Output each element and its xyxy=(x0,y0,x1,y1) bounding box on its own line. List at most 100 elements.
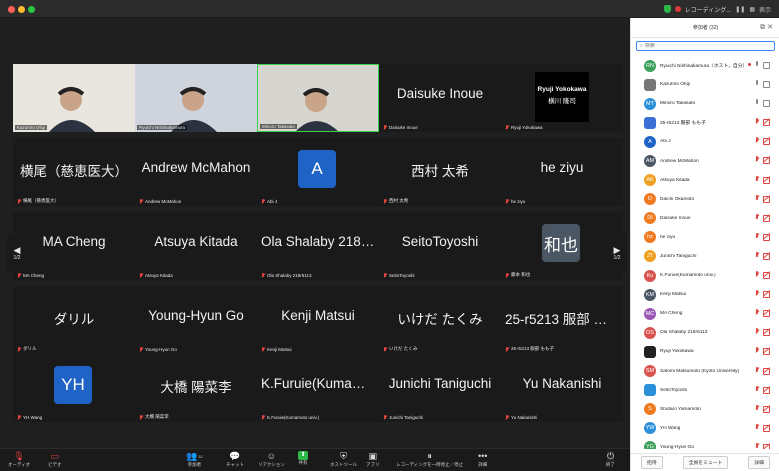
pause-icon[interactable]: ❚❚ xyxy=(735,6,745,13)
toolbar-host-tools-button[interactable]: ⛨ ホストツール xyxy=(330,451,357,468)
camera-off-icon[interactable] xyxy=(763,176,770,184)
participant-row[interactable]: SeitoToyoshi xyxy=(631,381,779,400)
participant-tile[interactable]: Yu Nakanishi Yu Nakanishi xyxy=(501,354,623,422)
toolbar-share-button[interactable]: ⬆ 共有 xyxy=(298,451,308,466)
participant-tile[interactable]: ダリル ダリル xyxy=(13,286,135,354)
minimize-window-button[interactable] xyxy=(18,6,25,13)
participant-row[interactable]: S Shutaro Yamamoto xyxy=(631,400,779,419)
participant-tile[interactable]: Daisuke Inoue Daisuke Inoue xyxy=(379,64,501,132)
participant-tile[interactable]: Ola Shalaby 218r6113 Ola Shalaby 218r6113 xyxy=(257,212,379,280)
camera-off-icon[interactable] xyxy=(763,233,770,241)
participant-row[interactable]: OS Ola Shalaby 218r6113 xyxy=(631,323,779,342)
toolbar-apps-button[interactable]: ▣ アプリ xyxy=(366,451,380,468)
participant-tile[interactable]: K.Furuie(Kumamoto univ.) K.Furuie(Kumamot… xyxy=(257,354,379,422)
participant-row[interactable]: KM Kenji Matsui xyxy=(631,285,779,304)
participant-row[interactable]: YG Young-Hyun Go xyxy=(631,438,779,449)
mic-muted-icon[interactable] xyxy=(755,251,759,259)
mic-muted-icon[interactable] xyxy=(755,366,759,374)
participant-row[interactable]: Ryuji Yokokawa xyxy=(631,342,779,361)
toolbar-participants-button[interactable]: 👥 32 参加者 xyxy=(186,451,203,468)
grid-view-icon[interactable]: ▦ xyxy=(749,6,755,13)
camera-off-icon[interactable] xyxy=(763,291,770,299)
participant-row[interactable]: hz he ziyu xyxy=(631,228,779,247)
participant-tile[interactable]: Kazuhiro Ofuji xyxy=(13,64,135,132)
camera-icon[interactable] xyxy=(763,62,770,69)
participant-tile[interactable]: Andrew McMahon Andrew McMahon xyxy=(135,138,257,206)
participant-tile[interactable]: Minoru Takasato xyxy=(257,64,379,132)
camera-off-icon[interactable] xyxy=(763,272,770,280)
camera-off-icon[interactable] xyxy=(763,138,770,146)
camera-off-icon[interactable] xyxy=(763,310,770,318)
participant-tile[interactable]: Atsuya Kitada Atsuya Kitada xyxy=(135,212,257,280)
mic-muted-icon[interactable] xyxy=(755,156,759,163)
invite-button[interactable]: 招待 xyxy=(641,456,663,469)
toolbar-recording-button[interactable]: ⏸ レコーディングを一時停止／停止 xyxy=(396,451,463,468)
security-shield-icon[interactable] xyxy=(663,5,671,13)
participant-tile[interactable]: Ryuji Yokokawa 横川 隆司 Ryuji Yokokawa xyxy=(501,64,623,132)
mic-muted-icon[interactable] xyxy=(755,290,759,297)
maximize-window-button[interactable] xyxy=(28,6,35,13)
participant-row[interactable]: MT Minoru Takasato xyxy=(631,94,779,113)
participant-tile[interactable]: Kenji Matsui Kenji Matsui xyxy=(257,286,379,354)
participant-tile[interactable]: 25-r5213 服部 もも子 25-r5213 服部 もも子 xyxy=(501,286,623,354)
participant-row[interactable]: YW YH Wang xyxy=(631,419,779,438)
toolbar-more-button[interactable]: ••• 詳細 xyxy=(478,451,487,468)
camera-off-icon[interactable] xyxy=(763,157,770,165)
camera-off-icon[interactable] xyxy=(763,329,770,337)
participant-row[interactable]: SM Satomi Matsumoto (Kyoto University) xyxy=(631,362,779,381)
mic-muted-icon[interactable] xyxy=(755,194,759,202)
participant-row[interactable]: AM Andrew McMahon xyxy=(631,151,779,170)
close-icon[interactable]: ✕ xyxy=(767,24,775,31)
mic-muted-icon[interactable] xyxy=(755,347,759,354)
participant-row[interactable]: JT Junichi Taniguchi xyxy=(631,247,779,266)
participant-tile[interactable]: 大橋 陽菜李 大橋 陽菜李 xyxy=(135,354,257,422)
camera-off-icon[interactable] xyxy=(763,367,770,375)
participant-row[interactable]: MC MA Cheng xyxy=(631,304,779,323)
participant-row[interactable]: 25-r5213 服部 もも子 xyxy=(631,113,779,132)
mic-muted-icon[interactable] xyxy=(755,309,759,316)
camera-icon[interactable] xyxy=(763,100,770,108)
toolbar-chat-button[interactable]: 💬 チャット xyxy=(226,451,244,468)
mic-icon[interactable] xyxy=(755,99,759,106)
mute-all-button[interactable]: 全員をミュート xyxy=(682,456,729,469)
camera-off-icon[interactable] xyxy=(763,119,770,127)
camera-off-icon[interactable] xyxy=(763,443,770,449)
view-label[interactable]: 表示 xyxy=(759,5,771,14)
participant-row[interactable]: Kazuhiro Ofuji xyxy=(631,75,779,94)
mic-muted-icon[interactable] xyxy=(755,137,759,144)
mic-muted-icon[interactable] xyxy=(755,118,759,125)
mic-muted-icon[interactable] xyxy=(755,232,759,240)
recording-status-label[interactable]: レコーディング... xyxy=(685,5,732,14)
mic-muted-icon[interactable] xyxy=(755,385,759,393)
camera-off-icon[interactable] xyxy=(763,348,770,356)
participant-row[interactable]: A Abi J xyxy=(631,132,779,151)
close-window-button[interactable] xyxy=(8,6,15,13)
mic-muted-icon[interactable] xyxy=(755,271,759,278)
search-input[interactable] xyxy=(644,43,765,49)
camera-off-icon[interactable] xyxy=(763,214,770,222)
camera-off-icon[interactable] xyxy=(763,405,770,413)
participant-tile[interactable]: Ryuichi Nishinakamura xyxy=(135,64,257,132)
camera-off-icon[interactable] xyxy=(763,195,770,203)
mic-muted-icon[interactable] xyxy=(755,423,759,431)
participant-tile[interactable]: 和也 藤本 和也 xyxy=(501,212,623,280)
mic-muted-icon[interactable] xyxy=(755,328,759,335)
next-page-button[interactable]: ▶ 1/2 xyxy=(607,234,627,272)
participant-tile[interactable]: YH YH Wang xyxy=(13,354,135,422)
toolbar-video-button[interactable]: ▭ ビデオ xyxy=(48,451,62,468)
mic-muted-icon[interactable] xyxy=(755,442,759,449)
camera-icon[interactable] xyxy=(763,81,770,89)
mic-icon[interactable] xyxy=(755,80,759,87)
camera-off-icon[interactable] xyxy=(763,252,770,260)
mic-muted-icon[interactable] xyxy=(755,404,759,412)
participant-row[interactable]: Ku K.Furuie(Kumamoto univ.) xyxy=(631,266,779,285)
more-options-button[interactable]: 詳細 xyxy=(748,456,770,469)
mic-icon[interactable] xyxy=(755,61,759,68)
previous-page-button[interactable]: ◀ 1/2 xyxy=(7,234,27,272)
participant-row[interactable]: DI Daisuke Inoue xyxy=(631,209,779,228)
toolbar-reactions-button[interactable]: ☺ リアクション xyxy=(258,451,285,468)
mic-muted-icon[interactable] xyxy=(755,175,759,183)
participant-tile[interactable]: Young-Hyun Go Young-Hyun Go xyxy=(135,286,257,354)
participant-tile[interactable]: 横尾（慈恵医大） 横尾（慈恵医大） xyxy=(13,138,135,206)
participant-row[interactable]: AK Atsuya Kitada xyxy=(631,171,779,190)
